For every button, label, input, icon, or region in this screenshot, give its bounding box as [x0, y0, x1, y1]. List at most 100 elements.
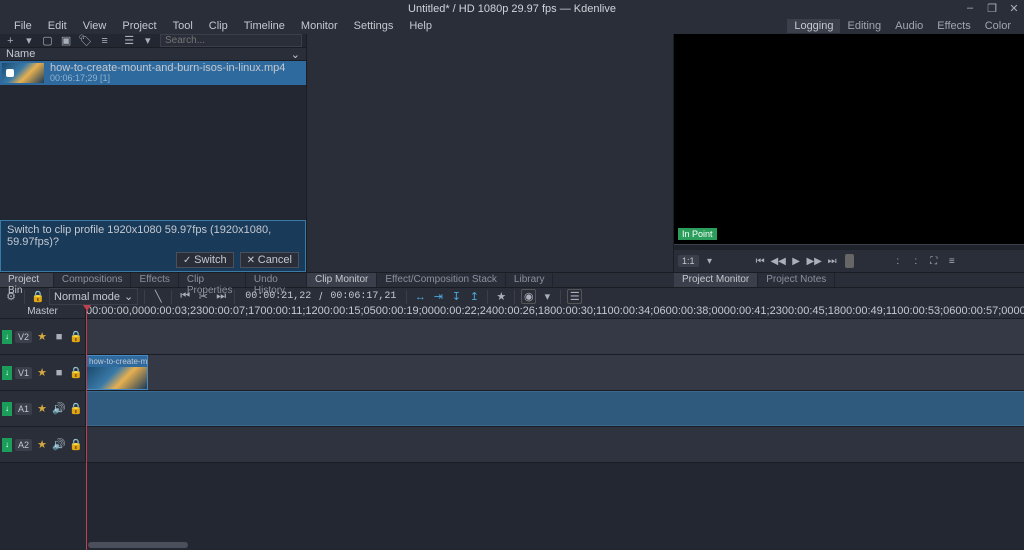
mute-video-icon[interactable]: ■ — [52, 366, 66, 380]
menu-help[interactable]: Help — [401, 19, 440, 33]
view-list-icon[interactable]: ☰ — [123, 34, 136, 48]
track-v1-body[interactable]: how-to-create-mount-and-burn-isos-in-lin… — [86, 355, 1024, 390]
lift-icon[interactable]: ↥ — [467, 290, 481, 304]
tab-compositions[interactable]: Compositions — [54, 273, 132, 287]
marker2-icon[interactable]: : — [909, 254, 923, 268]
star-icon[interactable]: ★ — [35, 366, 49, 380]
tab-project-monitor[interactable]: Project Monitor — [674, 273, 758, 287]
time-ruler[interactable]: 00:00:00,0000:00:03;2300:00:07;1700:00:1… — [86, 305, 1024, 318]
switch-button[interactable]: ✓ Switch — [176, 252, 234, 268]
menu-view[interactable]: View — [75, 19, 115, 33]
maximize-icon[interactable]: ❐ — [986, 2, 998, 14]
menu-timeline[interactable]: Timeline — [236, 19, 293, 33]
menu-edit[interactable]: Edit — [40, 19, 75, 33]
track-label[interactable]: A2 — [15, 439, 32, 451]
monitor-viewport[interactable]: In Point — [674, 34, 1024, 244]
play-icon[interactable]: ▶ — [789, 254, 803, 268]
expand-icon[interactable]: ↓ — [2, 330, 12, 344]
add-clip-icon[interactable]: + — [4, 34, 17, 48]
menu-file[interactable]: File — [6, 19, 40, 33]
track-a2-body[interactable] — [86, 427, 1024, 462]
track-v2-body[interactable] — [86, 319, 1024, 354]
track-compositing-icon[interactable]: ╲ — [151, 290, 165, 304]
cut-icon[interactable]: ✂ — [196, 290, 210, 304]
tab-effects[interactable]: Effects — [131, 273, 178, 287]
expand-icon[interactable]: ↓ — [2, 402, 12, 416]
timecode-now[interactable]: 00:00:21,22 — [241, 291, 315, 302]
menu-clip[interactable]: Clip — [201, 19, 236, 33]
tab-effect-stack[interactable]: Effect/Composition Stack — [377, 273, 506, 287]
chevron-down-icon[interactable]: ⌄ — [291, 48, 300, 61]
tab-library[interactable]: Library — [506, 273, 554, 287]
spacer-icon[interactable]: ↔ — [413, 290, 427, 304]
zone-select-icon[interactable] — [845, 254, 854, 268]
menu-settings[interactable]: Settings — [346, 19, 402, 33]
lock-icon[interactable]: 🔒 — [31, 290, 45, 304]
skip-end-icon[interactable]: ⏭ — [825, 254, 839, 268]
preview-render-icon[interactable]: ◉ — [521, 289, 536, 304]
marker-icon[interactable]: : — [891, 254, 905, 268]
filter-icon[interactable]: ≡ — [98, 34, 111, 48]
playhead[interactable] — [86, 305, 87, 550]
favorite-icon[interactable]: ★ — [494, 290, 508, 304]
fullscreen-icon[interactable]: ⛶ — [927, 254, 941, 268]
menu-project[interactable]: Project — [114, 19, 164, 33]
timeline-clip[interactable]: how-to-create-mount-and-burn-isos-in-lin… — [86, 355, 148, 390]
star-icon[interactable]: ★ — [35, 402, 49, 416]
close-icon[interactable]: ✕ — [1008, 2, 1020, 14]
layout-logging[interactable]: Logging — [787, 19, 840, 33]
mute-audio-icon[interactable]: 🔊 — [52, 402, 66, 416]
track-label[interactable]: A1 — [15, 403, 32, 415]
cancel-button[interactable]: ✕ Cancel — [240, 252, 299, 268]
tab-project-bin[interactable]: Project Bin — [0, 273, 54, 287]
timeline-scrollbar[interactable] — [88, 542, 188, 548]
track-v1-head[interactable]: ↓ V1 ★ ■ 🔒 — [0, 355, 86, 390]
track-a1-body[interactable] — [86, 391, 1024, 426]
lock-icon[interactable]: 🔒 — [69, 330, 83, 344]
skip-end-icon[interactable]: ⏭ — [214, 290, 228, 304]
track-a1-head[interactable]: ↓ A1 ★ 🔊 🔒 — [0, 391, 86, 426]
insert-icon[interactable]: ↧ — [449, 290, 463, 304]
track-v2-head[interactable]: ↓ V2 ★ ■ 🔒 — [0, 319, 86, 354]
delete-icon[interactable]: ▣ — [60, 34, 73, 48]
folder-icon[interactable]: ▢ — [41, 34, 54, 48]
mute-audio-icon[interactable]: 🔊 — [52, 438, 66, 452]
mute-video-icon[interactable]: ■ — [52, 330, 66, 344]
gear-icon[interactable]: ⚙ — [4, 290, 18, 304]
master-label[interactable]: Master — [0, 305, 86, 318]
tab-undo-history[interactable]: Undo History — [246, 273, 307, 287]
timeline-audio-clip[interactable] — [86, 391, 1024, 426]
menu-monitor[interactable]: Monitor — [293, 19, 346, 33]
expand-icon[interactable]: ↓ — [2, 438, 12, 452]
layout-audio[interactable]: Audio — [888, 19, 930, 33]
overwrite-icon[interactable]: ⇥ — [431, 290, 445, 304]
rewind-icon[interactable]: ◀◀ — [771, 254, 785, 268]
chevron-down-icon[interactable]: ▾ — [540, 290, 554, 304]
skip-start-icon[interactable]: ⏮ — [178, 290, 192, 304]
tag-icon[interactable]: 🏷 — [78, 34, 92, 48]
tab-clip-properties[interactable]: Clip Properties — [179, 273, 246, 287]
minimize-icon[interactable]: – — [964, 2, 976, 14]
lock-icon[interactable]: 🔒 — [69, 366, 83, 380]
search-input[interactable] — [160, 34, 302, 47]
skip-start-icon[interactable]: ⏮ — [753, 254, 767, 268]
chevron-down-icon[interactable]: ▾ — [703, 254, 717, 268]
layout-effects[interactable]: Effects — [930, 19, 977, 33]
expand-icon[interactable]: ↓ — [2, 366, 12, 380]
lock-icon[interactable]: 🔒 — [69, 402, 83, 416]
edit-mode-select[interactable]: Normal mode ⌄ — [49, 288, 138, 305]
track-a2-head[interactable]: ↓ A2 ★ 🔊 🔒 — [0, 427, 86, 462]
menu-tool[interactable]: Tool — [165, 19, 201, 33]
lock-icon[interactable]: 🔒 — [69, 438, 83, 452]
show-audio-icon[interactable]: ☰ — [567, 289, 582, 304]
chevron-down-icon[interactable]: ▾ — [23, 34, 36, 48]
tab-clip-monitor[interactable]: Clip Monitor — [307, 273, 377, 287]
zoom-select[interactable]: 1:1 — [678, 255, 699, 267]
layout-editing[interactable]: Editing — [840, 19, 888, 33]
star-icon[interactable]: ★ — [35, 330, 49, 344]
tab-project-notes[interactable]: Project Notes — [758, 273, 835, 287]
view-menu-icon[interactable]: ▾ — [141, 34, 154, 48]
track-label[interactable]: V1 — [15, 367, 32, 379]
forward-icon[interactable]: ▶▶ — [807, 254, 821, 268]
track-label[interactable]: V2 — [15, 331, 32, 343]
